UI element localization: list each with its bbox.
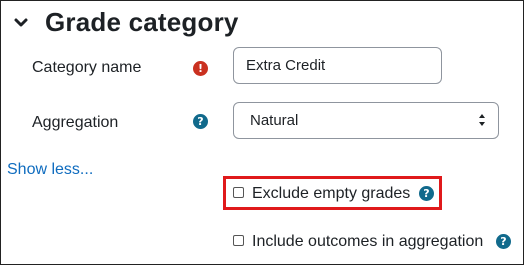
section-header[interactable]: Grade category [13,7,239,38]
exclamation-circle-icon: ! [193,61,208,76]
include-outcomes-checkbox[interactable] [233,235,244,246]
category-name-label: Category name [32,59,142,76]
grade-category-form: Grade category Category name ! Aggregati… [0,0,524,265]
exclude-empty-grades-checkbox[interactable] [233,187,244,198]
aggregation-selected-value: Natural [250,112,299,129]
question-circle-icon[interactable]: ? [419,186,434,201]
show-less-link[interactable]: Show less... [7,161,93,179]
exclude-empty-grades-label[interactable]: Exclude empty grades [252,185,410,203]
question-circle-icon[interactable]: ? [496,234,511,249]
select-arrows-icon [479,114,485,126]
include-outcomes-label[interactable]: Include outcomes in aggregation [252,233,483,251]
aggregation-label: Aggregation [32,114,119,131]
category-name-input[interactable] [233,47,442,84]
chevron-down-icon[interactable] [13,15,29,31]
section-title: Grade category [45,7,239,37]
question-circle-icon[interactable]: ? [193,114,208,129]
aggregation-select[interactable]: Natural [233,102,499,139]
